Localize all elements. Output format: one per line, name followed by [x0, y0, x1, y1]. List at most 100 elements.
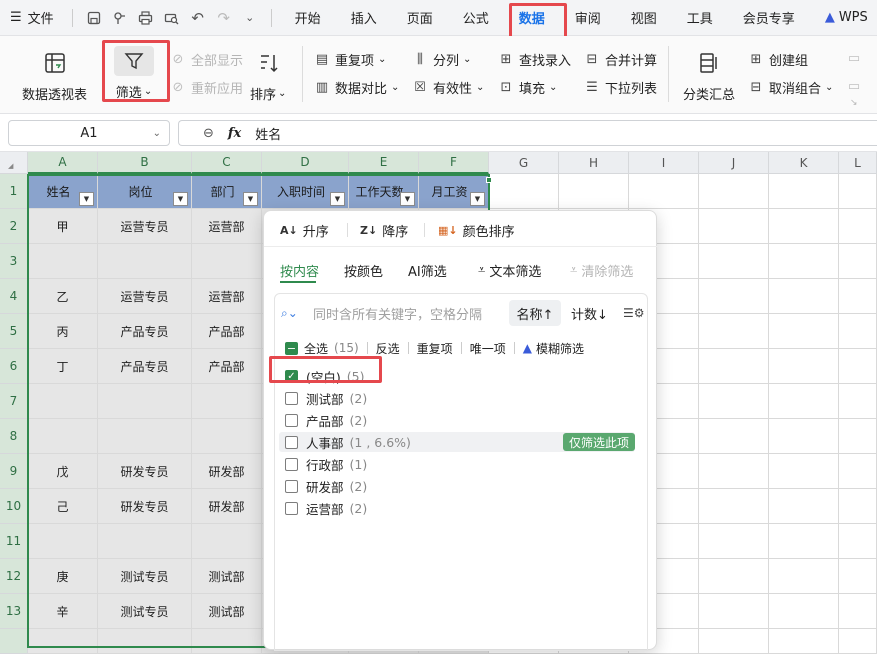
redo-icon[interactable]: ↷: [211, 0, 237, 36]
sort-ascending-button[interactable]: A↓ 升序: [280, 221, 329, 240]
cell[interactable]: [559, 174, 629, 209]
print-preview-icon[interactable]: [159, 0, 185, 36]
row-header[interactable]: 5: [0, 314, 28, 349]
cell[interactable]: 测试部: [192, 594, 262, 629]
checkbox[interactable]: ✓: [285, 369, 298, 383]
cell[interactable]: 产品专员: [98, 349, 192, 384]
filter-only-this-button[interactable]: 仅筛选此项: [562, 433, 635, 451]
row-header[interactable]: [0, 629, 28, 654]
chevron-down-icon[interactable]: ⌄: [237, 0, 263, 36]
tab-by-color[interactable]: 按颜色: [344, 261, 383, 280]
cell[interactable]: [839, 419, 877, 454]
cell[interactable]: [839, 349, 877, 384]
cell[interactable]: 运营专员: [98, 279, 192, 314]
cell[interactable]: [699, 419, 769, 454]
reapply-button[interactable]: ⊘ 重新应用: [170, 78, 243, 97]
dropdown-list-button[interactable]: ☰ 下拉列表: [584, 78, 657, 97]
header-cell[interactable]: 月工资 ▼: [419, 174, 489, 209]
text-filter-button[interactable]: ⩡ 文本筛选: [478, 261, 541, 280]
cell[interactable]: [489, 174, 559, 209]
cell[interactable]: 测试专员: [98, 594, 192, 629]
tab-home[interactable]: 开始: [280, 0, 336, 36]
print-icon[interactable]: [133, 0, 159, 36]
filter-dropdown-button[interactable]: ▼: [330, 192, 345, 206]
checkbox[interactable]: [285, 457, 298, 471]
column-header[interactable]: G: [489, 152, 559, 174]
fill-button[interactable]: ⊡ 填充 ⌄: [498, 78, 558, 97]
cell[interactable]: [699, 594, 769, 629]
column-header[interactable]: I: [629, 152, 699, 174]
cell[interactable]: [839, 489, 877, 524]
fuzzy-filter-button[interactable]: 模糊筛选: [536, 340, 584, 357]
cell[interactable]: 研发部: [192, 489, 262, 524]
cell[interactable]: 戊: [28, 454, 98, 489]
cell[interactable]: 辛: [28, 594, 98, 629]
checkbox[interactable]: [285, 435, 298, 449]
cell[interactable]: 产品部: [192, 349, 262, 384]
tab-tools[interactable]: 工具: [672, 0, 728, 36]
cell[interactable]: [839, 559, 877, 594]
tab-page[interactable]: 页面: [392, 0, 448, 36]
cell[interactable]: [28, 419, 98, 454]
cell[interactable]: [98, 384, 192, 419]
row-header[interactable]: 2: [0, 209, 28, 244]
tab-data[interactable]: 数据: [504, 0, 560, 36]
share-icon[interactable]: [107, 0, 133, 36]
cell[interactable]: [629, 174, 699, 209]
tab-review[interactable]: 审阅: [560, 0, 616, 36]
select-all-label[interactable]: 全选: [304, 340, 328, 357]
cell[interactable]: [192, 384, 262, 419]
cell[interactable]: [699, 174, 769, 209]
column-header[interactable]: C: [192, 152, 262, 174]
lookup-entry-button[interactable]: ⊞ 查找录入: [498, 50, 571, 69]
filter-option[interactable]: 研发部 (2): [279, 476, 635, 496]
clear-filter-button[interactable]: ⩡ 清除筛选: [570, 261, 633, 280]
cell[interactable]: [839, 594, 877, 629]
name-box[interactable]: A1 ⌄: [8, 120, 170, 146]
select-all-corner[interactable]: ◢: [0, 152, 28, 174]
cell[interactable]: [28, 629, 98, 654]
column-header[interactable]: B: [98, 152, 192, 174]
cell[interactable]: [699, 559, 769, 594]
cell[interactable]: [769, 559, 839, 594]
cell[interactable]: 运营部: [192, 279, 262, 314]
cell[interactable]: [699, 314, 769, 349]
header-cell[interactable]: 入职时间 ▼: [262, 174, 349, 209]
validity-button[interactable]: ☒ 有效性 ⌄: [412, 78, 484, 97]
filter-option[interactable]: 行政部 (1): [279, 454, 635, 474]
cell[interactable]: [699, 384, 769, 419]
zoom-icon[interactable]: ⊖: [203, 126, 214, 141]
row-header[interactable]: 3: [0, 244, 28, 279]
filter-dropdown-button[interactable]: ▼: [470, 192, 485, 206]
cell[interactable]: [769, 209, 839, 244]
row-header[interactable]: 4: [0, 279, 28, 314]
cell[interactable]: [769, 174, 839, 209]
ungroup-button[interactable]: ⊟ 取消组合 ⌄: [748, 78, 834, 97]
tab-wps-ai[interactable]: ▲ WPS: [810, 0, 868, 36]
cell[interactable]: [98, 629, 192, 654]
cell[interactable]: 己: [28, 489, 98, 524]
cell[interactable]: 研发部: [192, 454, 262, 489]
column-header[interactable]: A: [28, 152, 98, 174]
cell[interactable]: [192, 524, 262, 559]
tab-view[interactable]: 视图: [616, 0, 672, 36]
filter-dropdown-button[interactable]: ▼: [79, 192, 94, 206]
cell[interactable]: [98, 524, 192, 559]
cell[interactable]: [192, 244, 262, 279]
tab-insert[interactable]: 插入: [336, 0, 392, 36]
overflow-icon[interactable]: ▭: [846, 50, 867, 66]
cell[interactable]: 产品专员: [98, 314, 192, 349]
invert-selection-button[interactable]: 反选: [376, 340, 400, 357]
column-header[interactable]: H: [559, 152, 629, 174]
cell[interactable]: [769, 384, 839, 419]
column-header[interactable]: L: [839, 152, 877, 174]
header-cell[interactable]: 姓名 ▼: [28, 174, 98, 209]
cell[interactable]: [769, 629, 839, 654]
fill-handle[interactable]: [486, 177, 492, 183]
cell[interactable]: [699, 629, 769, 654]
cell[interactable]: [98, 419, 192, 454]
formula-input[interactable]: ⊖ fx 姓名: [178, 120, 877, 146]
cell[interactable]: [699, 244, 769, 279]
cell[interactable]: 庚: [28, 559, 98, 594]
cell[interactable]: [699, 349, 769, 384]
